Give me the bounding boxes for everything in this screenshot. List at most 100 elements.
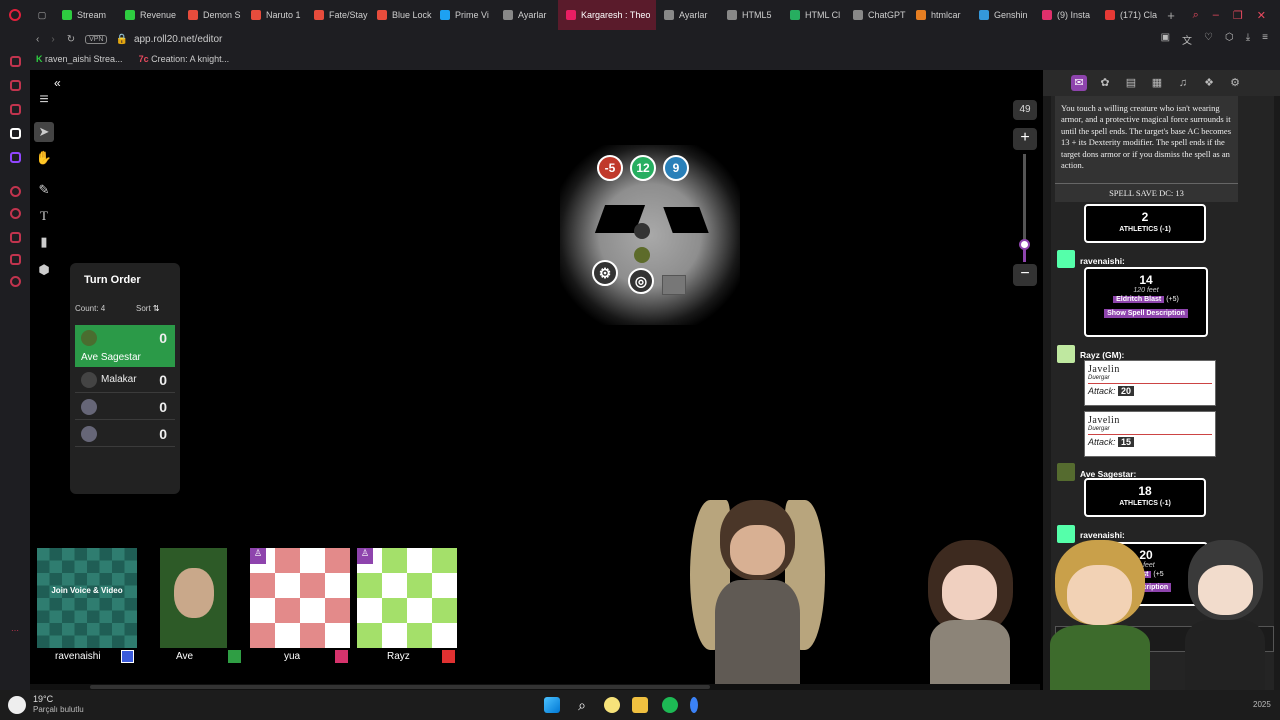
browser-tab[interactable]: HTML Cl — [782, 0, 845, 30]
url-field[interactable]: app.roll20.net/editor — [134, 34, 222, 45]
aria-icon[interactable] — [10, 56, 21, 67]
widgets-icon[interactable] — [604, 697, 620, 713]
browser-tab[interactable]: Blue Lock — [369, 0, 432, 30]
browser-tab[interactable]: Prime Vi — [432, 0, 495, 30]
browser-tab[interactable]: Demon S — [180, 0, 243, 30]
turn-row[interactable]: 0 — [75, 394, 175, 420]
player-color-swatch[interactable] — [335, 650, 348, 663]
tab-jukebox-icon[interactable]: ♫ — [1175, 75, 1191, 91]
bookmark-item[interactable]: 7c Creation: A knight... — [139, 54, 230, 64]
back-icon[interactable]: ‹ — [36, 34, 39, 45]
draw-tool-icon[interactable]: ✎ — [34, 180, 54, 200]
sidebar-active-icon[interactable] — [10, 128, 21, 139]
camera-icon[interactable]: ▣ — [1161, 32, 1170, 47]
close-window-icon[interactable]: ✕ — [1257, 9, 1266, 22]
token[interactable] — [634, 247, 650, 263]
player-color-swatch[interactable] — [228, 650, 241, 663]
reload-icon[interactable]: ↻ — [67, 34, 75, 45]
browser-tab[interactable]: Stream — [54, 0, 117, 30]
browser-tab[interactable]: (171) Cla — [1097, 0, 1160, 30]
browser-tab[interactable]: Genshin — [971, 0, 1034, 30]
token[interactable] — [634, 223, 650, 239]
show-spell-description-button[interactable]: Show Spell Description — [1104, 309, 1188, 318]
browser-tab[interactable]: Revenue — [117, 0, 180, 30]
bar-badge-blue[interactable]: 9 — [663, 155, 689, 181]
zoom-in-button[interactable]: + — [1013, 128, 1037, 150]
tab-compendium-icon[interactable]: ▦ — [1149, 75, 1165, 91]
zoom-slider-handle[interactable] — [1019, 239, 1030, 250]
tab-settings-icon[interactable]: ⚙ — [1227, 75, 1243, 91]
browser-tab[interactable]: Ayarlar — [495, 0, 558, 30]
tab-collections-icon[interactable]: ❖ — [1201, 75, 1217, 91]
turn-row[interactable]: Malakar 0 — [75, 367, 175, 393]
bar-badge-red[interactable]: -5 — [597, 155, 623, 181]
player-ave-avatar[interactable] — [160, 548, 227, 648]
turn-row[interactable]: 0 — [75, 421, 175, 447]
player-rayz-avatar[interactable]: ♙ — [357, 548, 457, 648]
download-icon[interactable]: ⤓ — [1246, 32, 1250, 47]
tab-chat-icon[interactable]: ✉ — [1071, 75, 1087, 91]
twitch-icon[interactable] — [10, 152, 21, 163]
player-ravenaishi-video[interactable]: Join Voice & Video — [37, 548, 137, 648]
turn-row-active[interactable]: 0 Ave Sagestar — [75, 325, 175, 367]
history-icon[interactable] — [10, 208, 21, 219]
opera-logo-icon[interactable] — [0, 0, 30, 30]
tab-switcher-icon[interactable]: ▢ — [30, 10, 54, 21]
text-tool-icon[interactable]: T — [34, 206, 54, 226]
heart-icon[interactable]: ♡ — [1204, 32, 1213, 47]
measure-tool-icon[interactable]: ▮ — [34, 232, 54, 252]
instagram-icon[interactable] — [10, 104, 21, 115]
browser-tab[interactable]: Naruto 1 — [243, 0, 306, 30]
messenger-icon[interactable] — [10, 80, 21, 91]
browser-tab[interactable]: Fate/Stay — [306, 0, 369, 30]
pan-tool-icon[interactable]: ✋ — [34, 148, 54, 168]
token-settings-icon[interactable]: ⚙ — [592, 260, 618, 286]
player-color-swatch[interactable] — [442, 650, 455, 663]
bookmark-item[interactable]: K raven_aishi Strea... — [36, 54, 123, 64]
more-icon[interactable]: ⋯ — [11, 626, 19, 635]
sort-button[interactable]: Sort ⇅ — [136, 304, 160, 313]
token[interactable] — [662, 275, 686, 295]
hamburger-menu-icon[interactable]: ≡ — [34, 90, 54, 110]
dice-tool-icon[interactable]: ⬢ — [34, 260, 54, 280]
chat-scrollbar[interactable] — [1274, 96, 1280, 690]
search-tabs-icon[interactable]: ⌕ — [1193, 9, 1199, 22]
browser-tab[interactable]: Kargaresh : Theo — [558, 0, 656, 30]
bar-badge-green[interactable]: 12 — [630, 155, 656, 181]
browser-tab[interactable]: htmlcar — [908, 0, 971, 30]
windows-start-icon[interactable] — [544, 697, 560, 713]
browser-tab[interactable]: (9) Insta — [1034, 0, 1097, 30]
roll-value[interactable]: 14 — [1086, 273, 1206, 287]
browser-tab[interactable]: HTML5 — [719, 0, 782, 30]
workspace-icon[interactable] — [10, 254, 21, 265]
tab-journal-icon[interactable]: ▤ — [1123, 75, 1139, 91]
select-tool-icon[interactable]: ➤ — [34, 122, 54, 142]
extensions-icon[interactable]: ⬡ — [1225, 32, 1234, 47]
weather-icon[interactable] — [8, 696, 26, 714]
attack-value[interactable]: 20 — [1118, 386, 1135, 396]
player-yua-avatar[interactable]: ♙ — [250, 548, 350, 648]
translate-icon[interactable]: 文 — [1182, 32, 1192, 47]
spotify-icon[interactable] — [662, 697, 678, 713]
menu-icon[interactable]: ≡ — [1262, 32, 1268, 47]
vpn-badge[interactable]: VPN — [85, 34, 108, 44]
settings-icon[interactable] — [10, 276, 21, 287]
roll-value[interactable]: 2 — [1086, 210, 1204, 224]
zoom-out-button[interactable]: − — [1013, 264, 1037, 286]
minimize-icon[interactable]: – — [1213, 9, 1219, 22]
player-icon[interactable] — [10, 186, 21, 197]
tab-art-icon[interactable]: ✿ — [1097, 75, 1113, 91]
file-explorer-icon[interactable] — [632, 697, 648, 713]
join-voice-video-button[interactable]: Join Voice & Video — [37, 586, 137, 595]
new-tab-button[interactable]: + — [1160, 8, 1182, 23]
app-icon[interactable] — [690, 697, 698, 713]
forward-icon[interactable]: › — [51, 34, 54, 45]
roll-value[interactable]: 18 — [1086, 484, 1204, 498]
player-color-swatch[interactable] — [121, 650, 134, 663]
browser-tab[interactable]: ChatGPT — [845, 0, 908, 30]
search-icon[interactable]: ⌕ — [574, 697, 590, 713]
browser-tab[interactable]: Ayarlar — [656, 0, 719, 30]
token-target-icon[interactable]: ◎ — [628, 268, 654, 294]
maximize-icon[interactable]: ❐ — [1233, 9, 1243, 22]
attack-value[interactable]: 15 — [1118, 437, 1135, 447]
